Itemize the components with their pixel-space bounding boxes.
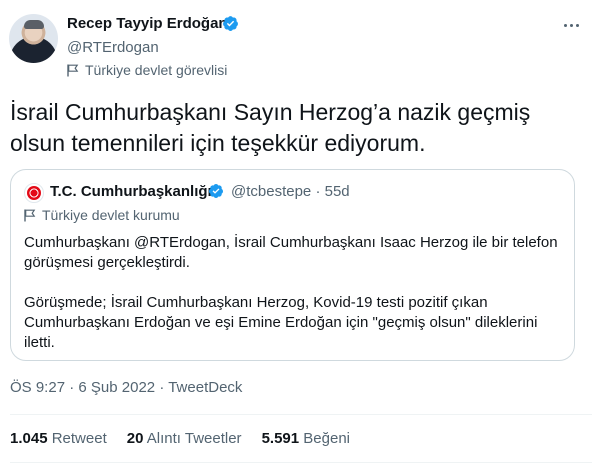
more-dots-icon[interactable] xyxy=(560,15,582,35)
retweet-stat[interactable]: 1.045 Retweet xyxy=(10,430,107,447)
divider xyxy=(10,462,592,463)
quoted-label: Türkiye devlet kurumu xyxy=(24,207,180,223)
like-label: Beğeni xyxy=(303,430,350,447)
quoted-age: 55d xyxy=(324,183,350,200)
tweet-card: Recep Tayyip Erdoğan @RTErdogan Türkiye … xyxy=(0,0,602,475)
like-count: 5.591 xyxy=(261,430,300,447)
flag-icon xyxy=(24,209,36,221)
quoted-label-text: Türkiye devlet kurumu xyxy=(42,207,180,223)
engagement-stats: 1.045 Retweet 20 Alıntı Tweetler 5.591 B… xyxy=(10,430,350,447)
author-label-text: Türkiye devlet görevlisi xyxy=(85,62,228,78)
retweet-label: Retweet xyxy=(51,430,107,447)
verified-badge-icon xyxy=(208,184,223,198)
separator-dot: · xyxy=(69,379,75,396)
quoted-author-name: T.C. Cumhurbaşkanlığı xyxy=(50,183,212,200)
quoted-text: Cumhurbaşkanı @RTErdogan, İsrail Cumhurb… xyxy=(24,233,564,353)
quote-tweet-count: 20 xyxy=(126,430,144,447)
separator-dot: · xyxy=(159,379,165,396)
author-name[interactable]: Recep Tayyip Erdoğan xyxy=(67,15,228,32)
tweet-time[interactable]: ÖS 9:27 xyxy=(10,379,65,396)
author-avatar[interactable] xyxy=(9,14,58,63)
quote-tweet-stat[interactable]: 20 Alıntı Tweetler xyxy=(127,430,242,447)
quoted-tweet[interactable]: T.C. Cumhurbaşkanlığı @tcbestepe · 55d T… xyxy=(10,169,575,361)
tweet-date[interactable]: 6 Şub 2022 xyxy=(78,379,155,396)
separator-dot: · xyxy=(315,183,321,200)
quoted-paragraph-2: Görüşmede; İsrail Cumhurbaşkanı Herzog, … xyxy=(24,294,538,351)
quoted-handle-row: @tcbestepe · 55d xyxy=(231,183,350,200)
quoted-avatar[interactable] xyxy=(24,183,44,203)
verified-badge-icon xyxy=(223,16,238,31)
like-stat[interactable]: 5.591 Beğeni xyxy=(262,430,350,447)
presidential-seal-icon xyxy=(27,186,41,200)
author-handle[interactable]: @RTErdogan xyxy=(67,39,159,56)
author-label: Türkiye devlet görevlisi xyxy=(67,62,227,78)
flag-icon xyxy=(67,64,79,76)
quoted-handle: @tcbestepe xyxy=(231,183,312,200)
divider xyxy=(10,414,592,415)
tweet-text: İsrail Cumhurbaşkanı Sayın Herzog’a nazi… xyxy=(10,99,531,156)
quoted-paragraph-1: Cumhurbaşkanı @RTErdogan, İsrail Cumhurb… xyxy=(24,234,558,271)
tweet-source[interactable]: TweetDeck xyxy=(168,379,242,396)
retweet-count: 1.045 xyxy=(10,430,48,447)
tweet-meta: ÖS 9:27 · 6 Şub 2022 · TweetDeck xyxy=(10,379,242,396)
quote-tweet-label: Alıntı Tweetler xyxy=(146,430,242,447)
